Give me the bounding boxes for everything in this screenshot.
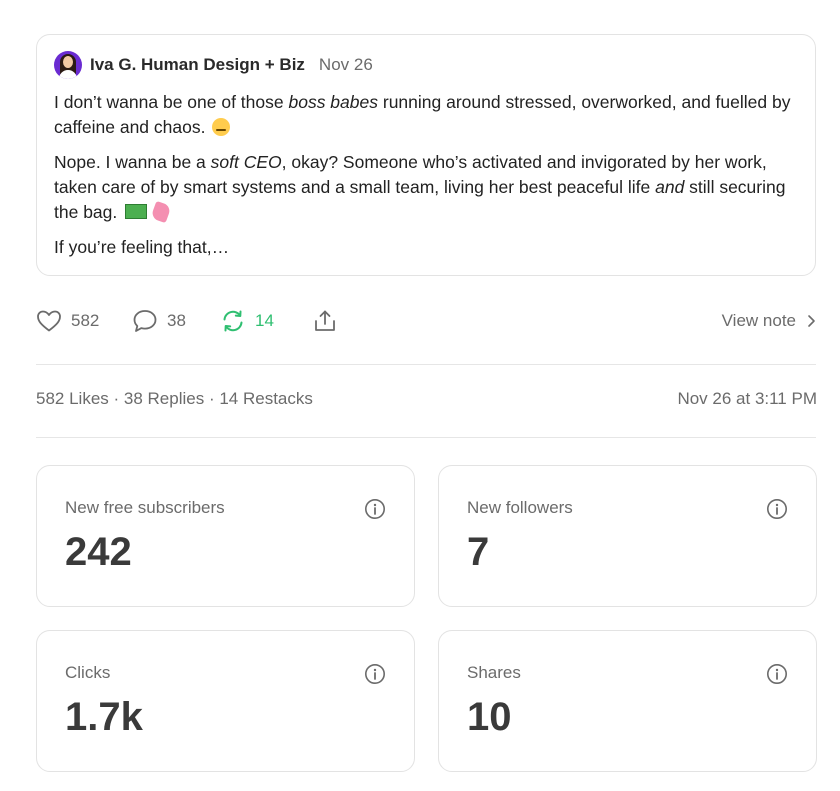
summary-replies: 38 Replies [123,389,205,408]
like-button[interactable]: 582 [36,306,99,336]
stat-card-new-free-subscribers: New free subscribers 242 [36,465,415,607]
note-date: Nov 26 [318,55,373,74]
action-bar: 582 38 14 View note [36,306,816,336]
view-note-link[interactable]: View note [722,306,816,336]
heart-icon [37,310,61,332]
restack-button[interactable]: 14 [220,306,274,336]
info-icon[interactable] [364,663,386,685]
stat-card-new-followers: New followers 7 [438,465,817,607]
note-paragraph-1: I don’t wanna be one of those boss babes… [54,92,791,137]
stat-label: New followers [467,498,573,517]
nail-polish-emoji-icon [150,200,172,224]
reply-button[interactable]: 38 [132,306,186,336]
info-icon[interactable] [766,498,788,520]
stat-value: 1.7k [65,695,143,739]
comment-icon [133,310,157,332]
stat-value: 7 [467,530,490,574]
stat-card-shares: Shares 10 [438,630,817,772]
stat-label: New free subscribers [65,498,225,517]
stat-label: Shares [467,663,521,682]
share-button[interactable] [312,306,347,336]
stat-card-clicks: Clicks 1.7k [36,630,415,772]
stat-label: Clicks [65,663,111,682]
info-icon[interactable] [766,663,788,685]
view-note-label: View note [721,311,796,330]
note-paragraph-2: Nope. I wanna be a soft CEO, okay? Someo… [54,152,786,224]
chevron-right-icon [808,315,815,327]
avatar[interactable] [54,51,82,79]
summary-likes: 582 Likes [36,389,109,408]
like-count: 582 [71,311,100,330]
restack-count: 14 [255,311,274,330]
author-name[interactable]: Iva G. Human Design + Biz [90,55,305,75]
share-icon [315,310,335,331]
unamused-face-emoji-icon [212,118,231,136]
stat-value: 10 [467,695,512,739]
note-body: I don’t wanna be one of those boss babes… [54,90,804,270]
note-paragraph-3: If you’re feeling that,… [54,237,230,257]
divider [36,364,816,365]
summary-restacks: 14 Restacks [219,389,313,408]
money-emoji-icon [125,204,148,219]
note-card[interactable]: Iva G. Human Design + Biz Nov 26 I don’t… [36,34,816,276]
info-icon[interactable] [364,498,386,520]
restack-icon [223,310,243,332]
post-timestamp: Nov 26 at 3:11 PM [677,389,817,408]
reply-count: 38 [167,311,186,330]
engagement-summary: 582 Likes · 38 Replies · 14 Restacks Nov… [36,389,817,408]
note-header: Iva G. Human Design + Biz Nov 26 [54,51,373,79]
divider [36,437,816,438]
stat-value: 242 [65,530,132,574]
